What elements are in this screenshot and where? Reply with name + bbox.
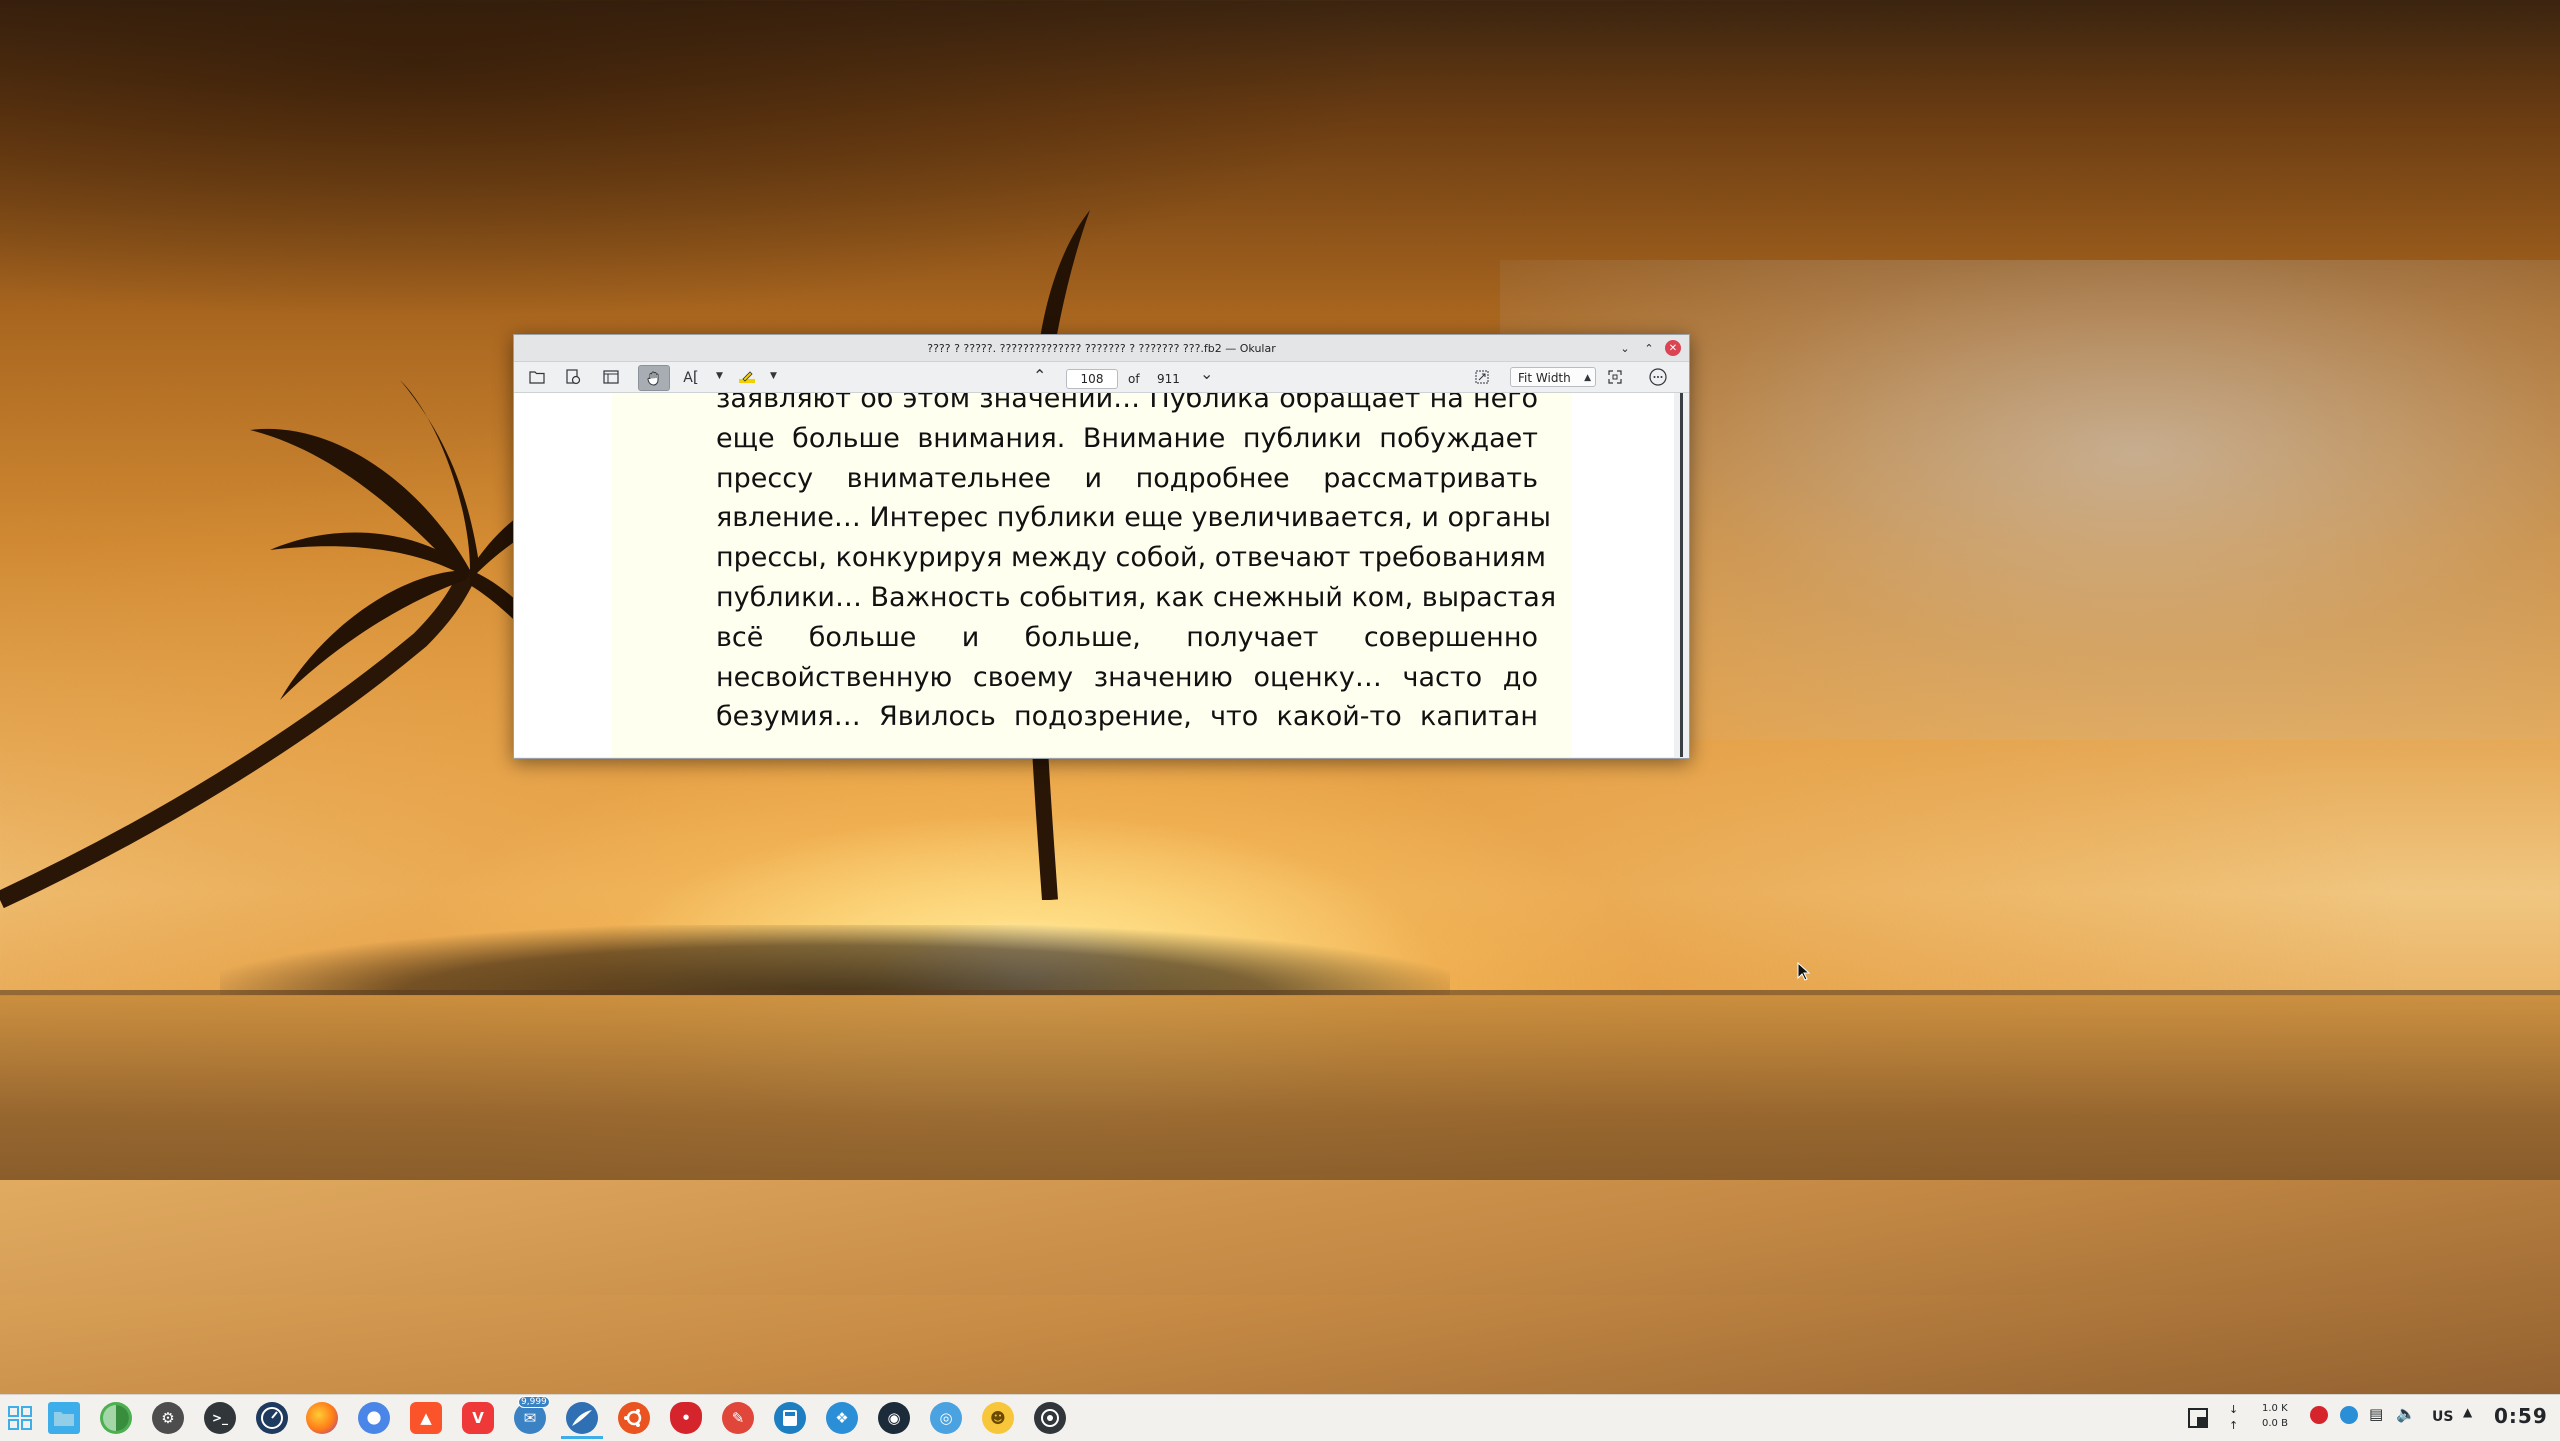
settings-round-icon[interactable]: ◎ bbox=[930, 1402, 962, 1434]
panel-icon bbox=[603, 370, 619, 384]
text-line: публики… Важность события, как снежный к… bbox=[716, 581, 1557, 613]
firefox-icon[interactable] bbox=[306, 1402, 338, 1434]
folder-icon[interactable] bbox=[48, 1402, 80, 1434]
text-line: несвойственную своему значению оценку… ч… bbox=[716, 661, 1538, 693]
spin-arrows-icon: ▲ bbox=[1584, 373, 1591, 383]
mail-badge: 9,999 bbox=[518, 1396, 550, 1408]
page-number-input[interactable]: 108 bbox=[1066, 369, 1118, 389]
terminal-icon[interactable]: >_ bbox=[204, 1402, 236, 1434]
hand-icon bbox=[647, 371, 659, 386]
grid-icon[interactable] bbox=[4, 1402, 36, 1434]
chevron-down-icon[interactable]: ▼ bbox=[770, 371, 777, 381]
text-line: заявляют об этом значении… Публика обращ… bbox=[716, 393, 1538, 414]
text-select-icon: A[ bbox=[683, 368, 699, 386]
calc-icon[interactable] bbox=[774, 1402, 806, 1434]
sidebar-toggle-button[interactable] bbox=[596, 365, 626, 389]
scrollbar-track[interactable] bbox=[1680, 393, 1683, 757]
upload-arrow-icon: ↑ bbox=[2229, 1419, 2239, 1432]
pie-icon[interactable] bbox=[100, 1402, 132, 1434]
window-titlebar[interactable]: ???? ? ?????. ?????????????? ??????? ? ?… bbox=[514, 335, 1689, 362]
chevron-down-icon[interactable]: ⌄ bbox=[1617, 340, 1633, 356]
previous-page-icon[interactable]: ⌃ bbox=[1033, 366, 1046, 385]
total-pages: 911 bbox=[1157, 372, 1180, 386]
kde-connect-tray-icon[interactable] bbox=[2340, 1406, 2358, 1424]
zoom-value: Fit Width bbox=[1518, 371, 1571, 385]
gauge-icon[interactable] bbox=[256, 1402, 288, 1434]
gear-icon[interactable]: ⚙ bbox=[152, 1402, 184, 1434]
text-select-tool-button[interactable]: A[ bbox=[676, 365, 706, 389]
close-icon[interactable]: ✕ bbox=[1665, 340, 1681, 356]
text-line: прессу внимательнее и подробнее рассматр… bbox=[716, 462, 1538, 494]
clipboard-icon[interactable]: ▤ bbox=[2369, 1405, 2383, 1423]
fit-icon bbox=[1475, 370, 1489, 384]
camera-icon[interactable] bbox=[1034, 1402, 1066, 1434]
island-silhouette bbox=[220, 925, 1450, 995]
document-reload-icon bbox=[566, 369, 581, 385]
more-icon bbox=[1649, 368, 1667, 386]
vivaldi-icon[interactable]: V bbox=[462, 1402, 494, 1434]
document-view[interactable]: заявляют об этом значении… Публика обращ… bbox=[514, 393, 1674, 757]
text-line: безумия… Явилось подозрение, что какой-т… bbox=[716, 701, 1538, 733]
document-page: заявляют об этом значении… Публика обращ… bbox=[612, 393, 1572, 757]
text-line: всё больше и больше, получает совершенно bbox=[716, 621, 1538, 653]
window-title: ???? ? ?????. ?????????????? ??????? ? ?… bbox=[927, 341, 1276, 355]
highlighter-icon bbox=[739, 371, 755, 383]
open-recent-button[interactable] bbox=[558, 365, 588, 389]
chromium-icon[interactable] bbox=[358, 1402, 390, 1434]
annotation-button[interactable] bbox=[732, 365, 762, 389]
open-button[interactable] bbox=[522, 365, 552, 389]
smile-icon[interactable]: ☻ bbox=[982, 1402, 1014, 1434]
volume-icon[interactable]: 🔈 bbox=[2396, 1404, 2416, 1423]
globe-icon[interactable]: ◉ bbox=[878, 1402, 910, 1434]
page-text: заявляют об этом значении… Публика обращ… bbox=[716, 393, 1557, 737]
mouse-cursor-icon bbox=[1797, 962, 1811, 981]
download-arrow-icon: ↓ bbox=[2229, 1403, 2239, 1416]
active-window-indicator bbox=[561, 1436, 603, 1439]
dark-clouds bbox=[0, 0, 1400, 320]
show-desktop-icon[interactable] bbox=[2188, 1408, 2208, 1428]
strawberry-tray-icon[interactable] bbox=[2310, 1406, 2328, 1424]
lion-icon[interactable]: ▲ bbox=[410, 1402, 442, 1434]
chevron-up-icon[interactable]: ⌃ bbox=[1641, 340, 1657, 356]
next-page-icon[interactable]: ⌄ bbox=[1200, 364, 1213, 383]
tray-expand-icon[interactable]: ▲ bbox=[2463, 1405, 2472, 1419]
zoom-select[interactable]: Fit Width ▲ bbox=[1510, 367, 1596, 387]
fullscreen-button[interactable] bbox=[1602, 365, 1628, 389]
of-label: of bbox=[1128, 372, 1140, 386]
clock[interactable]: 0:59 bbox=[2494, 1404, 2548, 1428]
fullscreen-icon bbox=[1608, 370, 1622, 384]
okular-window[interactable]: ???? ? ?????. ?????????????? ??????? ? ?… bbox=[513, 334, 1690, 759]
okular-icon[interactable] bbox=[566, 1402, 598, 1434]
swirl-icon[interactable]: ❖ bbox=[826, 1402, 858, 1434]
vertical-scrollbar[interactable] bbox=[1674, 393, 1689, 757]
keyboard-layout[interactable]: US bbox=[2432, 1409, 2453, 1425]
pencil-icon[interactable]: ✎ bbox=[722, 1402, 754, 1434]
strawberry-icon[interactable]: • bbox=[670, 1402, 702, 1434]
browse-tool-button[interactable] bbox=[638, 365, 670, 391]
net-down-rate: 1.0 K bbox=[2262, 1403, 2288, 1414]
beach-sand bbox=[0, 1180, 2560, 1395]
fit-page-button[interactable] bbox=[1469, 365, 1495, 389]
ubuntu-icon[interactable] bbox=[618, 1402, 650, 1434]
more-button[interactable] bbox=[1644, 365, 1672, 389]
text-line: прессы, конкурируя между собой, отвечают… bbox=[716, 542, 1546, 574]
text-line: явление… Интерес публики еще увеличивает… bbox=[716, 502, 1551, 534]
net-up-rate: 0.0 B bbox=[2262, 1418, 2288, 1429]
taskbar: ⚙ >_ ▲ V 9,999 ✉ • ✎ ❖ ◉ ◎ ☻ ↓ ↑ 1.0 K 0… bbox=[0, 1394, 2560, 1441]
folder-icon bbox=[529, 371, 545, 384]
text-line: еще больше внимания. Внимание публики по… bbox=[716, 422, 1538, 454]
mail-icon[interactable]: 9,999 ✉ bbox=[514, 1396, 550, 1434]
main-toolbar: A[ ▼ ▼ ⌃ 108 of 911 ⌄ Fit Width ▲ bbox=[514, 362, 1689, 393]
chevron-down-icon[interactable]: ▼ bbox=[716, 371, 723, 381]
